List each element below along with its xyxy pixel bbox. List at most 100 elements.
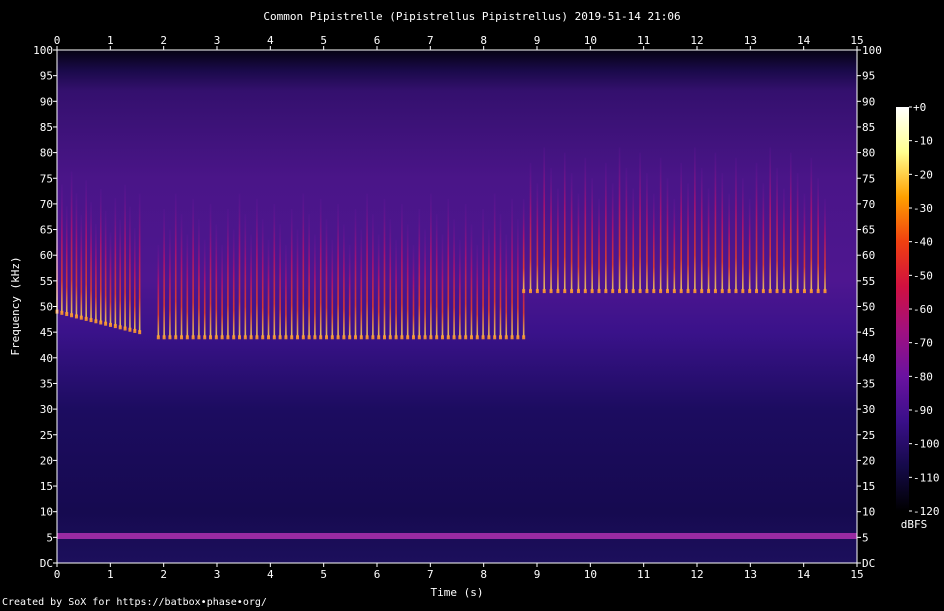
bat-call (803, 193, 806, 292)
bat-call-peak (686, 289, 690, 294)
colorbar-tick-label: -90 (913, 404, 933, 417)
bat-call-peak (535, 289, 539, 294)
bat-call-peak (672, 289, 676, 294)
x-tick-label: 11 (637, 568, 650, 581)
bat-call-peak (775, 289, 779, 294)
bat-call (395, 239, 397, 338)
bat-call-peak (272, 335, 276, 340)
bat-call (505, 234, 508, 338)
bat-call-peak (65, 312, 69, 317)
bat-call-peak (435, 335, 439, 340)
bat-call (735, 157, 737, 292)
bat-call (314, 234, 316, 338)
y-tick-label: 35 (40, 377, 53, 390)
bat-call (453, 219, 455, 338)
y-tick-label-right: 85 (862, 121, 875, 134)
bat-call-peak (255, 335, 259, 340)
bat-call (198, 219, 200, 338)
x-tick-label: 8 (480, 568, 487, 581)
bat-call-peak (590, 289, 594, 294)
bat-call-peak (631, 289, 635, 294)
y-tick-label-right: 60 (862, 249, 875, 262)
bat-call-peak (168, 335, 172, 340)
bat-call (742, 178, 744, 292)
y-tick-label-right: 80 (862, 147, 875, 160)
bat-call-peak (307, 335, 311, 340)
y-tick-label: 55 (40, 275, 53, 288)
bat-call (134, 228, 136, 331)
chart-title: Common Pipistrelle (Pipistrellus Pipistr… (263, 10, 680, 23)
bat-call-peak (734, 289, 738, 294)
bat-call-peak (727, 289, 731, 294)
y-tick-label-right: 75 (862, 172, 875, 185)
bat-call (447, 198, 450, 338)
x-tick-label: 5 (320, 568, 327, 581)
bat-call-peak (232, 335, 236, 340)
bat-call-peak (823, 289, 827, 294)
colorbar-tick-label: -110 (913, 471, 940, 484)
bat-call (721, 173, 724, 292)
y-tick-label: 45 (40, 326, 53, 339)
bat-call-peak (645, 289, 649, 294)
x-axis-label: Time (s) (431, 586, 484, 599)
y-tick-label: 40 (40, 352, 53, 365)
bat-call (625, 167, 628, 292)
bat-call (354, 209, 357, 338)
bat-call-peak (382, 335, 386, 340)
x-tick-label-top: 0 (54, 34, 61, 47)
y-tick-label-right: 55 (862, 275, 875, 288)
bat-call-peak (755, 289, 759, 294)
bat-call-peak (377, 335, 381, 340)
bat-call-peak (522, 289, 526, 294)
bat-call-peak (296, 335, 300, 340)
y-tick-label-right: 45 (862, 326, 875, 339)
x-tick-label: 7 (427, 568, 434, 581)
y-tick-label: 50 (40, 301, 53, 314)
x-tick-label: 4 (267, 568, 274, 581)
bat-call (605, 162, 607, 292)
bat-call (762, 183, 765, 292)
bat-call-peak (796, 289, 800, 294)
bat-call-peak (452, 335, 456, 340)
bat-call (776, 167, 778, 292)
colorbar-tick-label: -60 (913, 303, 933, 316)
bat-call (129, 206, 131, 330)
colorbar-tick-label: -70 (913, 337, 933, 350)
bat-call-peak (411, 335, 415, 340)
bat-call (244, 214, 247, 338)
bat-call-peak (290, 335, 294, 340)
spectrogram-figure: Common Pipistrelle (Pipistrellus Pipistr… (9, 10, 940, 599)
bat-call (203, 239, 206, 338)
y-tick-label-right: 40 (862, 352, 875, 365)
spectrogram-plot-area (57, 50, 857, 563)
bat-call (493, 193, 496, 338)
x-tick-label-top: 8 (480, 34, 487, 47)
bat-call-peak (79, 315, 83, 320)
x-tick-label-top: 10 (584, 34, 597, 47)
bat-call (174, 193, 177, 338)
y-tick-label-right: 15 (862, 480, 875, 493)
y-tick-label-right: 20 (862, 454, 875, 467)
bat-call (783, 188, 785, 292)
bat-call-peak (284, 335, 288, 340)
bat-call (163, 209, 165, 338)
x-tick-label-top: 12 (690, 34, 703, 47)
x-tick-label: 10 (584, 568, 597, 581)
bat-call (256, 198, 258, 338)
x-tick-label-top: 1 (107, 34, 114, 47)
y-tick-label: 30 (40, 403, 53, 416)
bat-call (348, 244, 351, 338)
bat-call (169, 229, 171, 338)
bat-call (430, 193, 432, 338)
bat-call (666, 178, 669, 292)
bat-call (331, 239, 334, 338)
bat-call-peak (342, 335, 346, 340)
bat-call (584, 157, 587, 292)
bat-call-peak (522, 335, 526, 340)
bat-call-peak (498, 335, 502, 340)
bat-call-peak (108, 322, 112, 327)
y-tick-label-right: 95 (862, 70, 875, 83)
bat-call-peak (802, 289, 806, 294)
bat-call-peak (278, 335, 282, 340)
bat-call (598, 198, 600, 292)
